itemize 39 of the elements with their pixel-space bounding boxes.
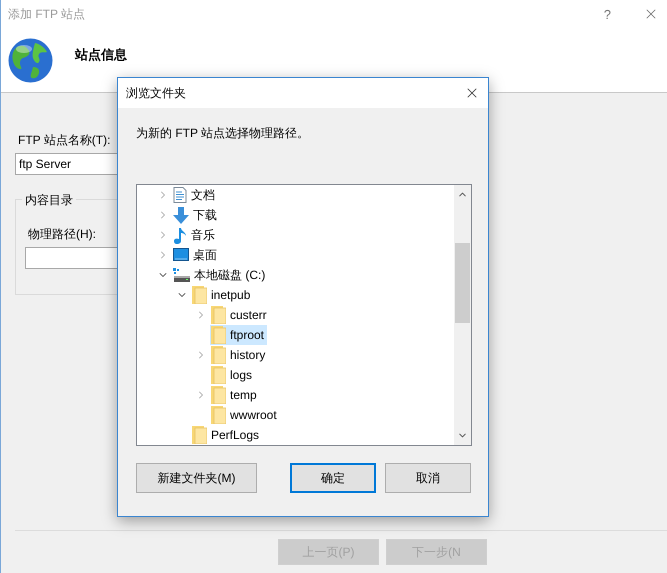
- folder-tree-item[interactable]: 桌面: [172, 245, 220, 265]
- dialog-button[interactable]: 确定: [290, 463, 376, 493]
- folder-tree-item[interactable]: 音乐: [172, 225, 218, 245]
- folder-icon: [211, 386, 226, 404]
- page-heading: 站点信息: [75, 46, 127, 64]
- download-arrow-icon: [173, 206, 189, 224]
- folder-icon: [211, 406, 226, 424]
- scrollbar-thumb[interactable]: [455, 243, 470, 323]
- folder-icon: [192, 426, 207, 444]
- folder-icon: [211, 326, 226, 344]
- dialog-title: 浏览文件夹: [126, 84, 187, 102]
- globe-icon: [7, 36, 54, 84]
- instruction-text: 为新的 FTP 站点选择物理路径。: [136, 125, 310, 142]
- folder-tree-item[interactable]: wwwroot: [210, 405, 280, 425]
- folder-tree-item[interactable]: inetpub: [191, 285, 254, 305]
- folder-icon: [211, 306, 226, 324]
- field-label: FTP 站点名称(T):: [18, 132, 110, 149]
- window-title: 添加 FTP 站点: [8, 6, 86, 22]
- folder-icon: [211, 366, 226, 384]
- music-note-icon: [173, 226, 187, 244]
- help-button[interactable]: ?: [604, 6, 611, 22]
- document-icon: [173, 187, 187, 203]
- folder-tree-item[interactable]: custerr: [210, 305, 270, 325]
- field-label: 物理路径(H):: [28, 226, 96, 243]
- dialog-button[interactable]: 取消: [385, 463, 471, 493]
- folder-icon: [211, 346, 226, 364]
- folder-tree-item[interactable]: logs: [210, 365, 256, 385]
- monitor-icon: [173, 248, 189, 262]
- dialog-button[interactable]: 新建文件夹(M): [136, 463, 257, 493]
- folder-tree-item[interactable]: history: [210, 345, 268, 365]
- drive-icon: [173, 268, 190, 282]
- folder-tree-item[interactable]: 下载: [172, 205, 220, 225]
- folder-tree-item[interactable]: 本地磁盘 (C:): [172, 265, 268, 285]
- folder-icon: [192, 286, 207, 304]
- folder-tree-item[interactable]: temp: [210, 385, 260, 405]
- folder-tree-item[interactable]: 文档: [172, 185, 218, 205]
- folder-tree-item[interactable]: PerfLogs: [191, 425, 262, 445]
- scrollbar[interactable]: [454, 185, 471, 445]
- folder-tree-item[interactable]: ftproot: [210, 325, 268, 345]
